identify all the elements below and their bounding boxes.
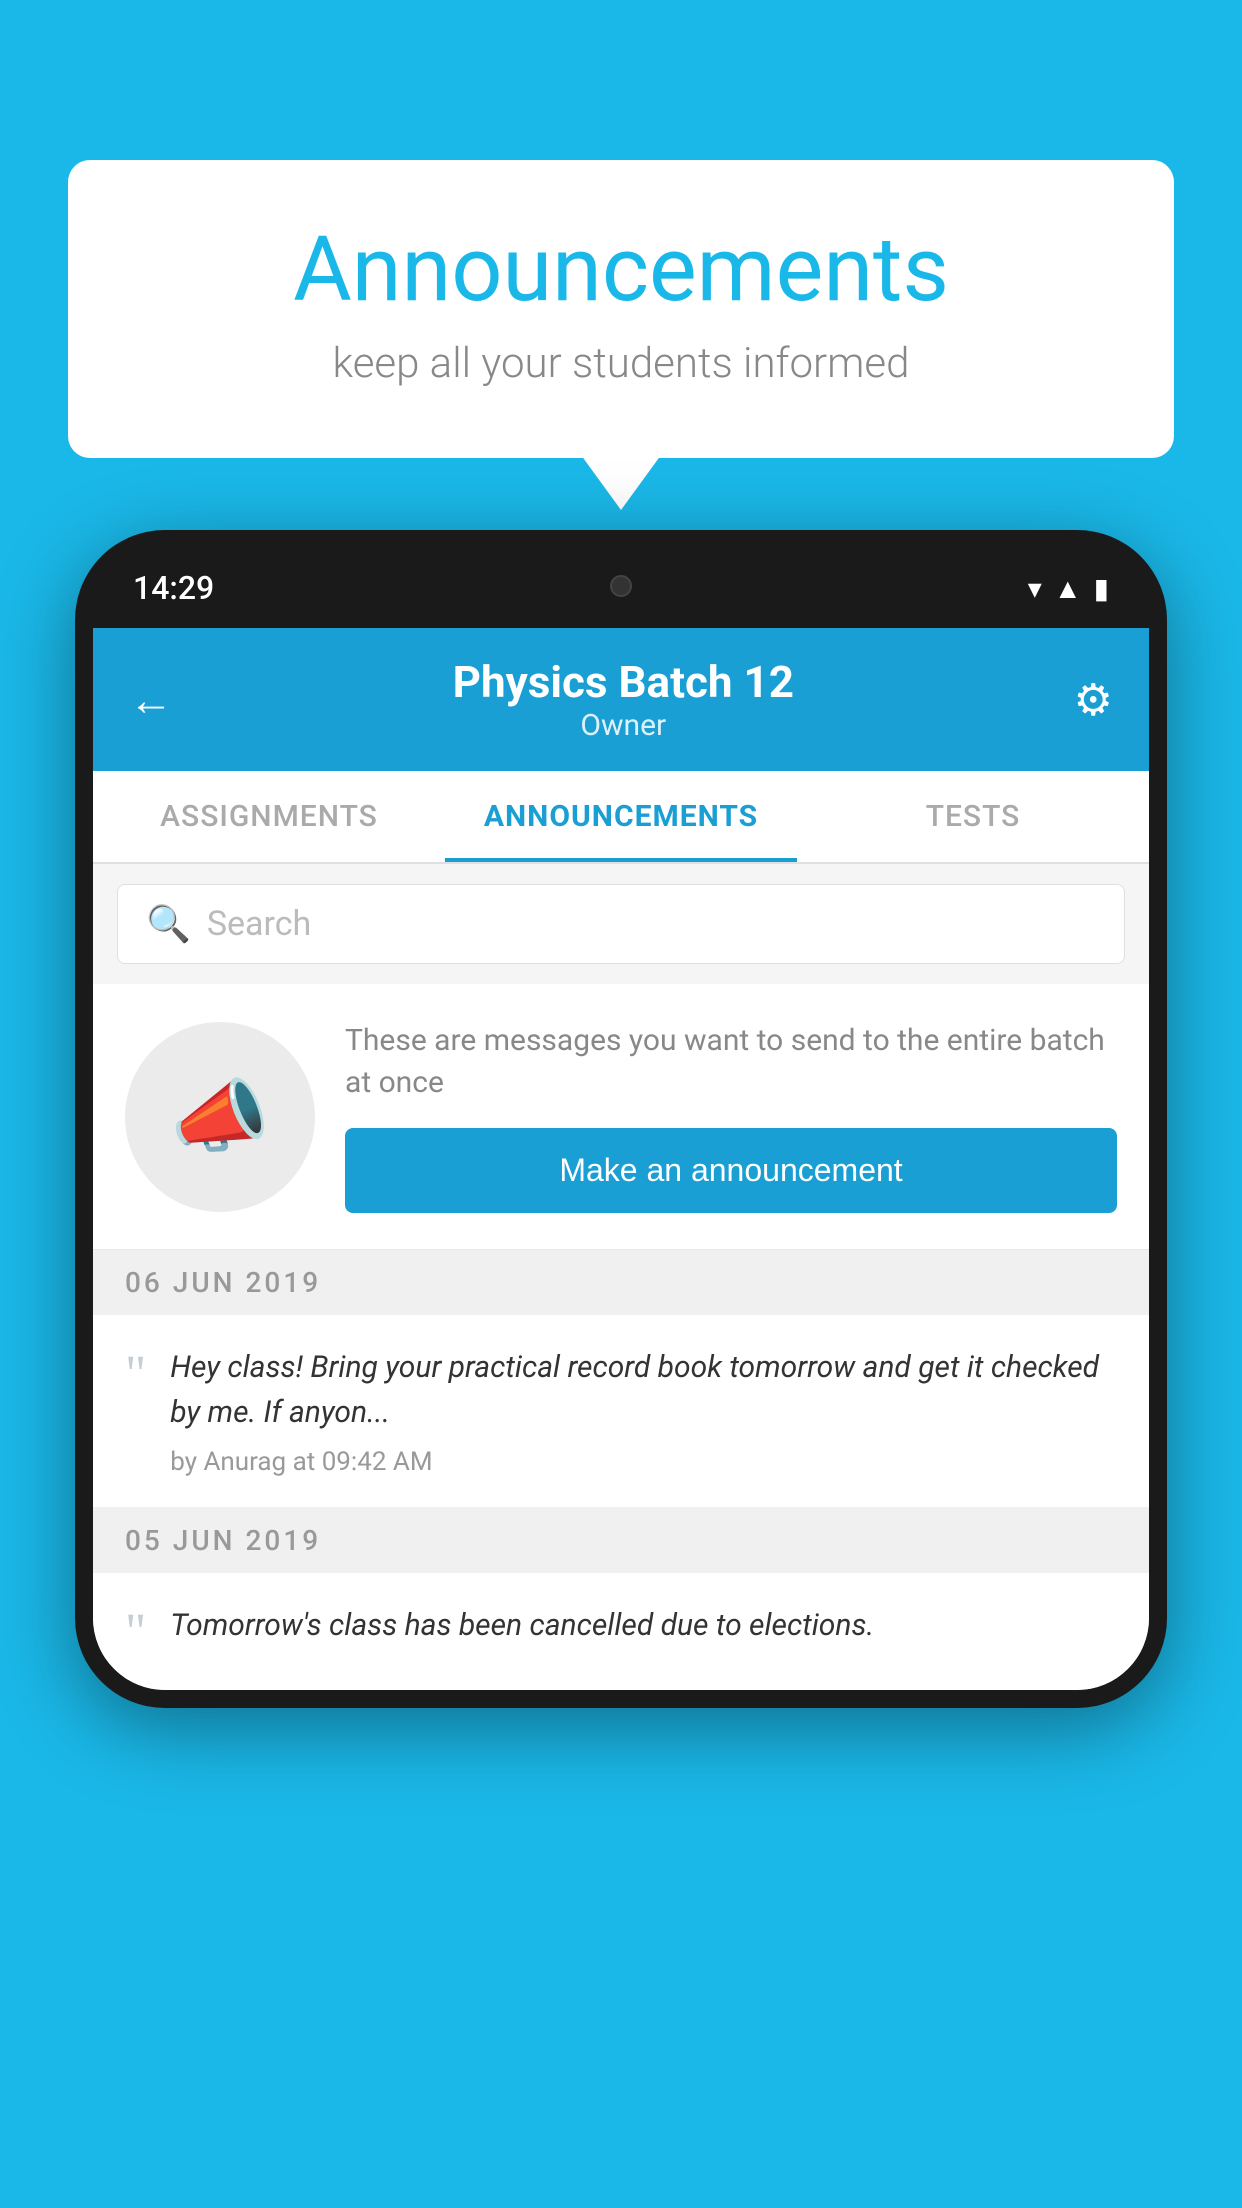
header-title: Physics Batch 12 [453, 656, 794, 708]
battery-icon: ▮ [1094, 572, 1109, 605]
status-bar: 14:29 ▾ ▲ ▮ [93, 548, 1149, 628]
signal-icon: ▲ [1054, 572, 1082, 605]
settings-icon[interactable]: ⚙ [1074, 674, 1113, 726]
promo-icon-circle: 📣 [125, 1022, 315, 1212]
notch [541, 558, 701, 613]
header-center: Physics Batch 12 Owner [453, 656, 794, 743]
search-bar[interactable]: 🔍 Search [117, 884, 1125, 964]
announcement-item-2[interactable]: " Tomorrow's class has been cancelled du… [93, 1573, 1149, 1690]
make-announcement-button[interactable]: Make an announcement [345, 1128, 1117, 1213]
app-header: ← Physics Batch 12 Owner ⚙ [93, 628, 1149, 771]
phone-screen: ← Physics Batch 12 Owner ⚙ ASSIGNMENTS A… [93, 628, 1149, 1690]
promo-right: These are messages you want to send to t… [345, 1020, 1117, 1213]
tab-tests[interactable]: TESTS [797, 771, 1149, 862]
announcements-subtitle: keep all your students informed [148, 339, 1094, 388]
promo-area: 📣 These are messages you want to send to… [93, 984, 1149, 1250]
speech-bubble: Announcements keep all your students inf… [68, 160, 1174, 458]
header-subtitle: Owner [453, 708, 794, 743]
status-icons: ▾ ▲ ▮ [1028, 572, 1109, 605]
status-time: 14:29 [133, 569, 214, 607]
announcement-text-1: Hey class! Bring your practical record b… [170, 1345, 1117, 1435]
announcement-meta-1: by Anurag at 09:42 AM [170, 1447, 1117, 1477]
tab-assignments[interactable]: ASSIGNMENTS [93, 771, 445, 862]
search-icon: 🔍 [146, 903, 191, 945]
announcements-title: Announcements [148, 220, 1094, 319]
search-placeholder: Search [207, 904, 311, 944]
announcement-content-2: Tomorrow's class has been cancelled due … [170, 1603, 1117, 1660]
speech-bubble-container: Announcements keep all your students inf… [68, 160, 1174, 458]
camera [610, 575, 632, 597]
phone-frame: 14:29 ▾ ▲ ▮ ← Physics Batch 12 Owner ⚙ [75, 530, 1167, 1708]
phone-body: 14:29 ▾ ▲ ▮ ← Physics Batch 12 Owner ⚙ [75, 530, 1167, 1708]
megaphone-icon: 📣 [170, 1070, 270, 1164]
quote-icon-2: " [125, 1607, 146, 1659]
back-button[interactable]: ← [129, 678, 173, 722]
quote-icon-1: " [125, 1349, 146, 1401]
announcement-content-1: Hey class! Bring your practical record b… [170, 1345, 1117, 1477]
tab-announcements[interactable]: ANNOUNCEMENTS [445, 771, 797, 862]
tab-bar: ASSIGNMENTS ANNOUNCEMENTS TESTS [93, 771, 1149, 864]
date-separator-1: 06 JUN 2019 [93, 1250, 1149, 1315]
announcement-text-2: Tomorrow's class has been cancelled due … [170, 1603, 1117, 1648]
wifi-icon: ▾ [1028, 572, 1042, 605]
search-bar-container: 🔍 Search [93, 864, 1149, 984]
promo-description: These are messages you want to send to t… [345, 1020, 1117, 1104]
date-separator-2: 05 JUN 2019 [93, 1508, 1149, 1573]
announcement-item-1[interactable]: " Hey class! Bring your practical record… [93, 1315, 1149, 1508]
